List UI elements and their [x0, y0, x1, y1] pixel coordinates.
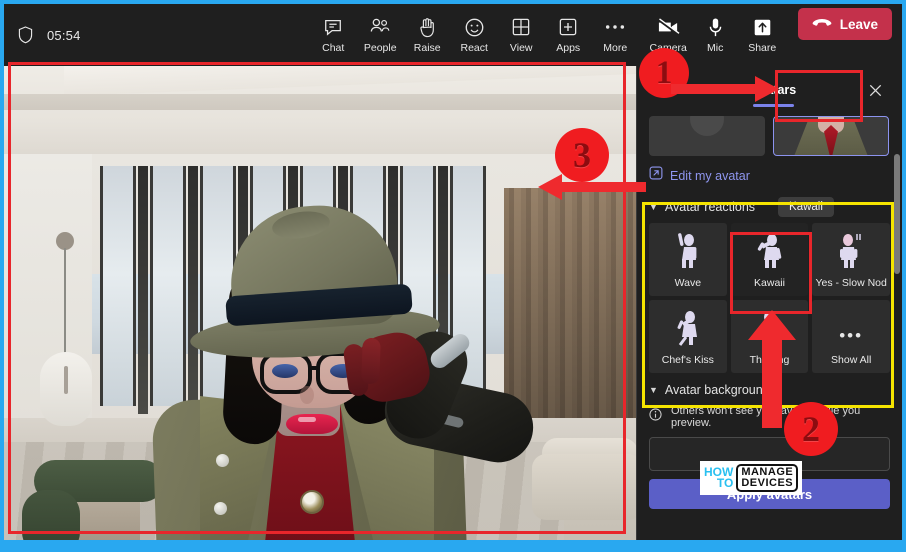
- hangup-phone-icon: [812, 17, 832, 32]
- avatar-reactions-grid: Wave Kawaii: [637, 221, 902, 373]
- tab-video-effects[interactable]: Video effects: [643, 75, 735, 105]
- meeting-status-group: 05:54: [4, 26, 302, 44]
- more-label: More: [603, 43, 627, 54]
- avatar-kawaii-icon: [753, 231, 785, 274]
- chevron-down-icon: ▼: [649, 202, 658, 212]
- preview-note-text: Others won't see your avatar while you p…: [671, 405, 890, 429]
- share-button[interactable]: Share: [739, 8, 786, 62]
- reaction-tile-thinking[interactable]: Thinking: [731, 300, 809, 373]
- watermark-logo: HOW TO MANAGE DEVICES: [700, 461, 802, 495]
- reaction-label: Chef's Kiss: [662, 355, 714, 367]
- view-label: View: [510, 43, 533, 54]
- meeting-controls: Chat People: [310, 8, 639, 62]
- meeting-timer: 05:54: [47, 28, 81, 43]
- reaction-tile-show-all[interactable]: ••• Show All: [812, 300, 890, 373]
- react-button[interactable]: React: [451, 8, 498, 62]
- chat-button[interactable]: Chat: [310, 8, 357, 62]
- avatar-chefs-kiss-icon: [672, 308, 704, 351]
- apps-button[interactable]: Apps: [545, 8, 592, 62]
- share-up-arrow-icon: [753, 16, 772, 38]
- avatar-thinking-icon: [754, 308, 784, 351]
- reaction-tile-yes-slow-nod[interactable]: Yes - Slow Nod: [812, 223, 890, 296]
- people-button[interactable]: People: [357, 8, 404, 62]
- mic-button[interactable]: Mic: [692, 8, 739, 62]
- more-ellipsis-icon: [604, 16, 626, 38]
- chat-label: Chat: [322, 43, 344, 54]
- apps-label: Apps: [556, 43, 580, 54]
- reaction-tile-kawaii[interactable]: Kawaii: [731, 223, 809, 296]
- shield-icon: [18, 26, 33, 44]
- mic-label: Mic: [707, 43, 723, 54]
- info-circle-icon: [649, 408, 662, 426]
- tab-avatars[interactable]: Avatars: [741, 75, 806, 105]
- camera-button[interactable]: Camera: [645, 8, 692, 62]
- panel-scrollbar[interactable]: [894, 154, 900, 274]
- microphone-icon: [708, 16, 723, 38]
- avatar-video-preview[interactable]: [4, 66, 636, 540]
- apps-plus-icon: [558, 16, 578, 38]
- leave-label: Leave: [840, 17, 878, 32]
- more-button[interactable]: More: [592, 8, 639, 62]
- react-label: React: [461, 43, 488, 54]
- chevron-down-icon: ▼: [649, 385, 658, 395]
- avatar-character: [4, 66, 636, 540]
- reaction-tile-chefs-kiss[interactable]: Chef's Kiss: [649, 300, 727, 373]
- reaction-label: Yes - Slow Nod: [815, 278, 886, 290]
- camera-off-icon: [657, 16, 680, 38]
- watermark-howto: HOW TO: [704, 467, 733, 489]
- react-smiley-icon: [464, 16, 485, 38]
- people-icon: [369, 16, 391, 38]
- avatar-reactions-title: Avatar reactions: [665, 200, 755, 214]
- reaction-label: Show All: [831, 355, 871, 367]
- avatar-wave-icon: [673, 231, 703, 274]
- chat-icon: [323, 16, 343, 38]
- meeting-toolbar: 05:54 Chat: [4, 4, 902, 66]
- leave-button[interactable]: Leave: [798, 8, 892, 40]
- reaction-tooltip: Kawaii: [778, 197, 834, 217]
- avatar-backgrounds-title: Avatar backgrounds: [665, 383, 776, 397]
- people-label: People: [364, 43, 397, 54]
- reaction-tile-wave[interactable]: Wave: [649, 223, 727, 296]
- avatar-thumbnail-list: [637, 116, 902, 156]
- avatar-thumbnail-selected[interactable]: [773, 116, 889, 156]
- edit-my-avatar-label: Edit my avatar: [670, 169, 750, 183]
- more-ellipsis-icon: •••: [839, 326, 863, 346]
- share-label: Share: [748, 43, 776, 54]
- watermark-managedevices: MANAGE DEVICES: [736, 464, 798, 492]
- avatar-thumbnail[interactable]: [649, 116, 765, 156]
- panel-tab-bar: Video effects Avatars: [637, 66, 902, 114]
- preview-note: Others won't see your avatar while you p…: [637, 401, 902, 435]
- device-controls: Camera Mic: [645, 8, 902, 62]
- view-button[interactable]: View: [498, 8, 545, 62]
- teams-meeting-window: 05:54 Chat: [4, 4, 902, 540]
- raise-hand-button[interactable]: Raise: [404, 8, 451, 62]
- reaction-label: Wave: [675, 278, 701, 290]
- avatar-slow-nod-icon: [835, 231, 867, 274]
- reaction-label: Kawaii: [754, 278, 785, 290]
- edit-my-avatar-link[interactable]: Edit my avatar: [637, 156, 902, 191]
- avatar-reactions-header[interactable]: ▼ Avatar reactions Kawaii: [637, 191, 902, 221]
- raise-label: Raise: [414, 43, 441, 54]
- close-icon[interactable]: [862, 77, 888, 103]
- open-external-icon: [649, 166, 663, 185]
- camera-label: Camera: [650, 43, 687, 54]
- reaction-label: Thinking: [750, 355, 790, 367]
- view-grid-icon: [511, 16, 531, 38]
- avatar-backgrounds-header[interactable]: ▼ Avatar backgrounds: [637, 373, 902, 401]
- raise-hand-icon: [418, 16, 436, 38]
